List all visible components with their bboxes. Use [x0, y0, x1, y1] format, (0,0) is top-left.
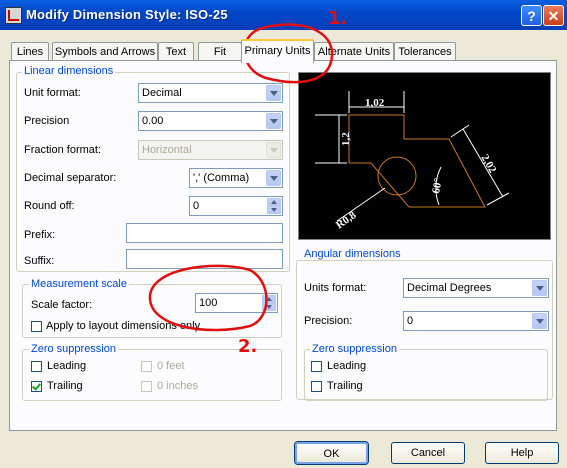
- cancel-button[interactable]: Cancel: [391, 442, 465, 464]
- annotation-mark-1: 1.: [328, 8, 347, 29]
- ok-button[interactable]: OK: [295, 442, 368, 464]
- annotation-mark-2: 2.: [238, 336, 257, 357]
- help-button[interactable]: Help: [485, 442, 559, 464]
- tab-primary-units[interactable]: Primary Units: [241, 39, 314, 63]
- red-annotations: 1. 2.: [148, 8, 347, 357]
- annotation-circle-scale-factor: [148, 264, 268, 332]
